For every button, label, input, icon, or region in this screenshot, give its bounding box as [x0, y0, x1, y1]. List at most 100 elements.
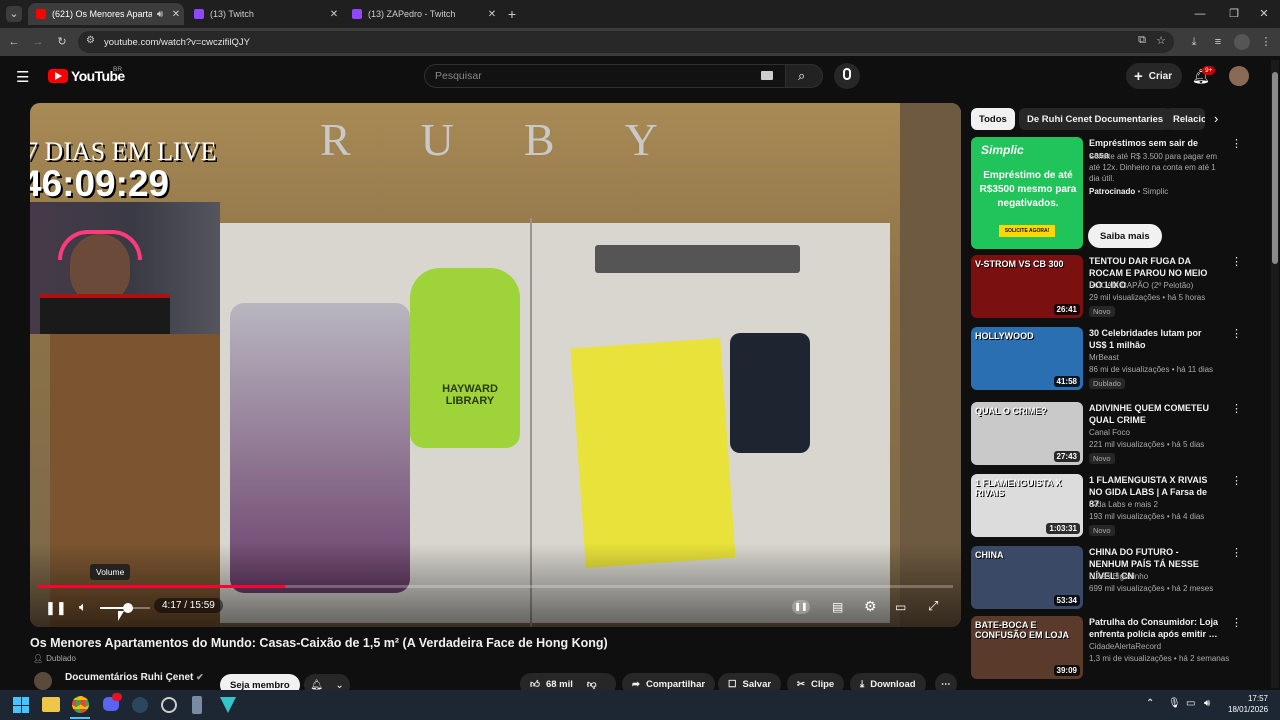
close-tab-icon[interactable]: ✕ [326, 9, 342, 20]
vpn-icon[interactable] [220, 697, 236, 713]
start-menu-icon[interactable] [13, 697, 29, 713]
recommendation-channel[interactable]: Canal Foco [1089, 428, 1130, 437]
create-button[interactable]: + Criar [1126, 63, 1182, 89]
chip-all[interactable]: Todos [971, 108, 1015, 130]
tray-chevron-icon[interactable]: ⌃ [1146, 698, 1154, 709]
channel-avatar[interactable] [34, 672, 52, 690]
settings-gear-icon[interactable]: ⚙ [864, 598, 877, 615]
learn-more-button[interactable]: Saiba mais [1088, 224, 1162, 248]
video-thumbnail[interactable]: HOLLYWOOD 41:58 [971, 327, 1083, 390]
steam-icon[interactable] [132, 697, 148, 713]
recommendation-item[interactable]: V-STROM VS CB 300 26:41 TENTOU DAR FUGA DA… [971, 255, 1261, 321]
forward-icon[interactable]: → [30, 34, 46, 50]
volume-icon[interactable]: 🔈︎ [79, 599, 87, 615]
recommendation-title[interactable]: 30 Celebridades lutam por US$ 1 milhão [1089, 327, 1219, 351]
reload-icon[interactable]: ↻ [54, 34, 70, 50]
subtitles-icon[interactable]: ▤ [832, 600, 843, 614]
volume-tray-icon[interactable]: 🔊︎ [1204, 698, 1210, 709]
chrome-taskbar-icon[interactable] [72, 696, 89, 713]
display-tray-icon[interactable]: ▭ [1186, 698, 1195, 709]
youtube-logo-icon[interactable] [48, 69, 68, 83]
microphone-tray-icon[interactable]: 🎙︎ [1168, 698, 1181, 709]
site-info-icon[interactable]: ⚙ [86, 35, 95, 46]
speaker-icon[interactable]: 🔊︎ [152, 9, 168, 20]
video-thumbnail[interactable]: CHINA 53:34 [971, 546, 1083, 609]
keyboard-icon[interactable] [761, 71, 773, 80]
address-bar[interactable]: ⚙ youtube.com/watch?v=cwczifilQJY ⧉ ☆ [78, 31, 1174, 53]
video-thumbnail[interactable]: V-STROM VS CB 300 26:41 [971, 255, 1083, 318]
like-icon[interactable]: 👍︎ [530, 678, 540, 690]
back-icon[interactable]: ← [6, 34, 22, 50]
maximize-icon[interactable]: ❐ [1226, 6, 1242, 22]
tab-zapedro-twitch[interactable]: (13) ZAPedro - Twitch ✕ [344, 3, 500, 25]
ad-card[interactable]: Simplic Empréstimo de até R$3500 mesmo p… [971, 137, 1261, 249]
chip-channel[interactable]: De Ruhi Cenet Documentaries [1019, 108, 1172, 130]
ad-brand-logo: Simplic [981, 143, 1024, 157]
more-options-icon[interactable]: ⋮ [1231, 137, 1242, 150]
recommendation-channel[interactable]: Gida Labs e mais 2 [1089, 500, 1158, 509]
clock[interactable]: 17:57 18/01/2026 [1228, 693, 1268, 715]
more-options-icon[interactable]: ⋮ [1231, 616, 1242, 629]
recommendation-title[interactable]: Patrulha do Consumidor: Loja enfrenta po… [1089, 616, 1219, 640]
pause-icon[interactable]: ❚❚ [45, 600, 67, 616]
tab-twitch[interactable]: (13) Twitch ✕ [186, 3, 342, 25]
recommendation-title[interactable]: ADIVINHE QUEM COMETEU QUAL CRIME [1089, 402, 1219, 426]
close-tab-icon[interactable]: ✕ [484, 9, 500, 20]
new-tab-plus-icon[interactable]: + [504, 6, 520, 22]
tab-youtube[interactable]: (621) Os Menores Apartam… 🔊︎ ✕ [28, 3, 184, 25]
video-thumbnail[interactable]: BATE-BOCA E CONFUSÃO EM LOJA 39:09 [971, 616, 1083, 679]
media-control-icon[interactable]: ≡ [1210, 34, 1226, 50]
theater-mode-icon[interactable]: ▭ [895, 600, 906, 614]
more-options-icon[interactable]: ⋮ [1231, 402, 1242, 415]
more-options-icon[interactable]: ⋮ [1231, 255, 1242, 268]
more-options-icon[interactable]: ⋮ [1231, 327, 1242, 340]
tab-search-chevron-icon[interactable]: ⌄ [6, 6, 22, 22]
volume-handle[interactable] [122, 603, 133, 613]
scrollbar-thumb[interactable] [1272, 72, 1278, 264]
account-avatar[interactable] [1229, 66, 1249, 86]
recommendation-item[interactable]: BATE-BOCA E CONFUSÃO EM LOJA 39:09 Patrulh… [971, 616, 1261, 682]
close-tab-icon[interactable]: ✕ [168, 9, 184, 20]
more-options-icon[interactable]: ⋮ [1231, 546, 1242, 559]
thumbnail-text: V-STROM VS CB 300 [975, 259, 1064, 269]
app-icon[interactable] [192, 696, 202, 714]
bookmark-star-icon[interactable]: ☆ [1156, 34, 1166, 47]
volume-slider[interactable] [100, 603, 150, 613]
bell-icon: 🔔︎ [310, 679, 323, 691]
ad-image[interactable]: Simplic Empréstimo de até R$3500 mesmo p… [971, 137, 1083, 249]
video-thumbnail[interactable]: 1 FLAMENGUISTA X RIVAIS 1:03:31 [971, 474, 1083, 537]
recommendation-item[interactable]: 1 FLAMENGUISTA X RIVAIS 1:03:31 1 FLAMENGU… [971, 474, 1261, 540]
search-input[interactable]: Pesquisar [424, 64, 786, 88]
recommendation-item[interactable]: QUAL O CRIME? 27:43 ADIVINHE QUEM COMETEU … [971, 402, 1261, 468]
channel-name-row[interactable]: Documentários Ruhi Çenet ✔ [65, 672, 204, 683]
hamburger-menu-icon[interactable]: ☰ [16, 68, 29, 86]
download-icon[interactable]: ⤓ [1186, 34, 1202, 50]
recommendation-channel[interactable]: Lucas Bigodinho [1089, 572, 1148, 581]
minimize-icon[interactable]: — [1192, 6, 1208, 22]
chip-related[interactable]: Relacio [1165, 108, 1205, 130]
recommendation-channel[interactable]: CidadeAlertaRecord [1089, 642, 1161, 651]
fullscreen-icon[interactable]: ⤢ [928, 598, 938, 614]
dislike-icon[interactable]: 👎︎ [587, 678, 597, 690]
close-window-icon[interactable]: ✕ [1256, 6, 1272, 22]
page-scrollbar[interactable] [1271, 60, 1279, 688]
install-app-icon[interactable]: ⧉ [1138, 34, 1146, 47]
autoplay-toggle[interactable]: ❚❚ [792, 600, 810, 614]
video-thumbnail[interactable]: QUAL O CRIME? 27:43 [971, 402, 1083, 465]
recommendation-item[interactable]: CHINA 53:34 CHINA DO FUTURO - NENHUM PAÍS … [971, 546, 1261, 612]
search-button[interactable]: ⌕ [785, 64, 823, 88]
recommendation-channel[interactable]: MrBeast [1089, 353, 1119, 362]
obs-icon[interactable] [161, 697, 177, 713]
file-explorer-icon[interactable] [42, 697, 60, 712]
channel-name[interactable]: Documentários Ruhi Çenet [65, 672, 193, 683]
chevron-right-icon[interactable]: › [1214, 111, 1218, 126]
like-count[interactable]: 68 mil [546, 679, 573, 690]
recommendation-item[interactable]: HOLLYWOOD 41:58 30 Celebridades lutam por … [971, 327, 1261, 393]
more-options-icon[interactable]: ⋮ [1231, 474, 1242, 487]
recommendation-channel[interactable]: ROCAM CAPÃO (2º Pelotão) [1089, 281, 1193, 290]
voice-search-button[interactable] [834, 63, 860, 89]
chrome-menu-icon[interactable]: ⋮ [1258, 34, 1274, 50]
profile-avatar-icon[interactable] [1234, 34, 1250, 50]
progress-bar[interactable] [38, 585, 953, 588]
video-player[interactable]: RUBY HAYWARD LIBRARY 17 DIAS EM LIVE 46:… [30, 103, 961, 627]
